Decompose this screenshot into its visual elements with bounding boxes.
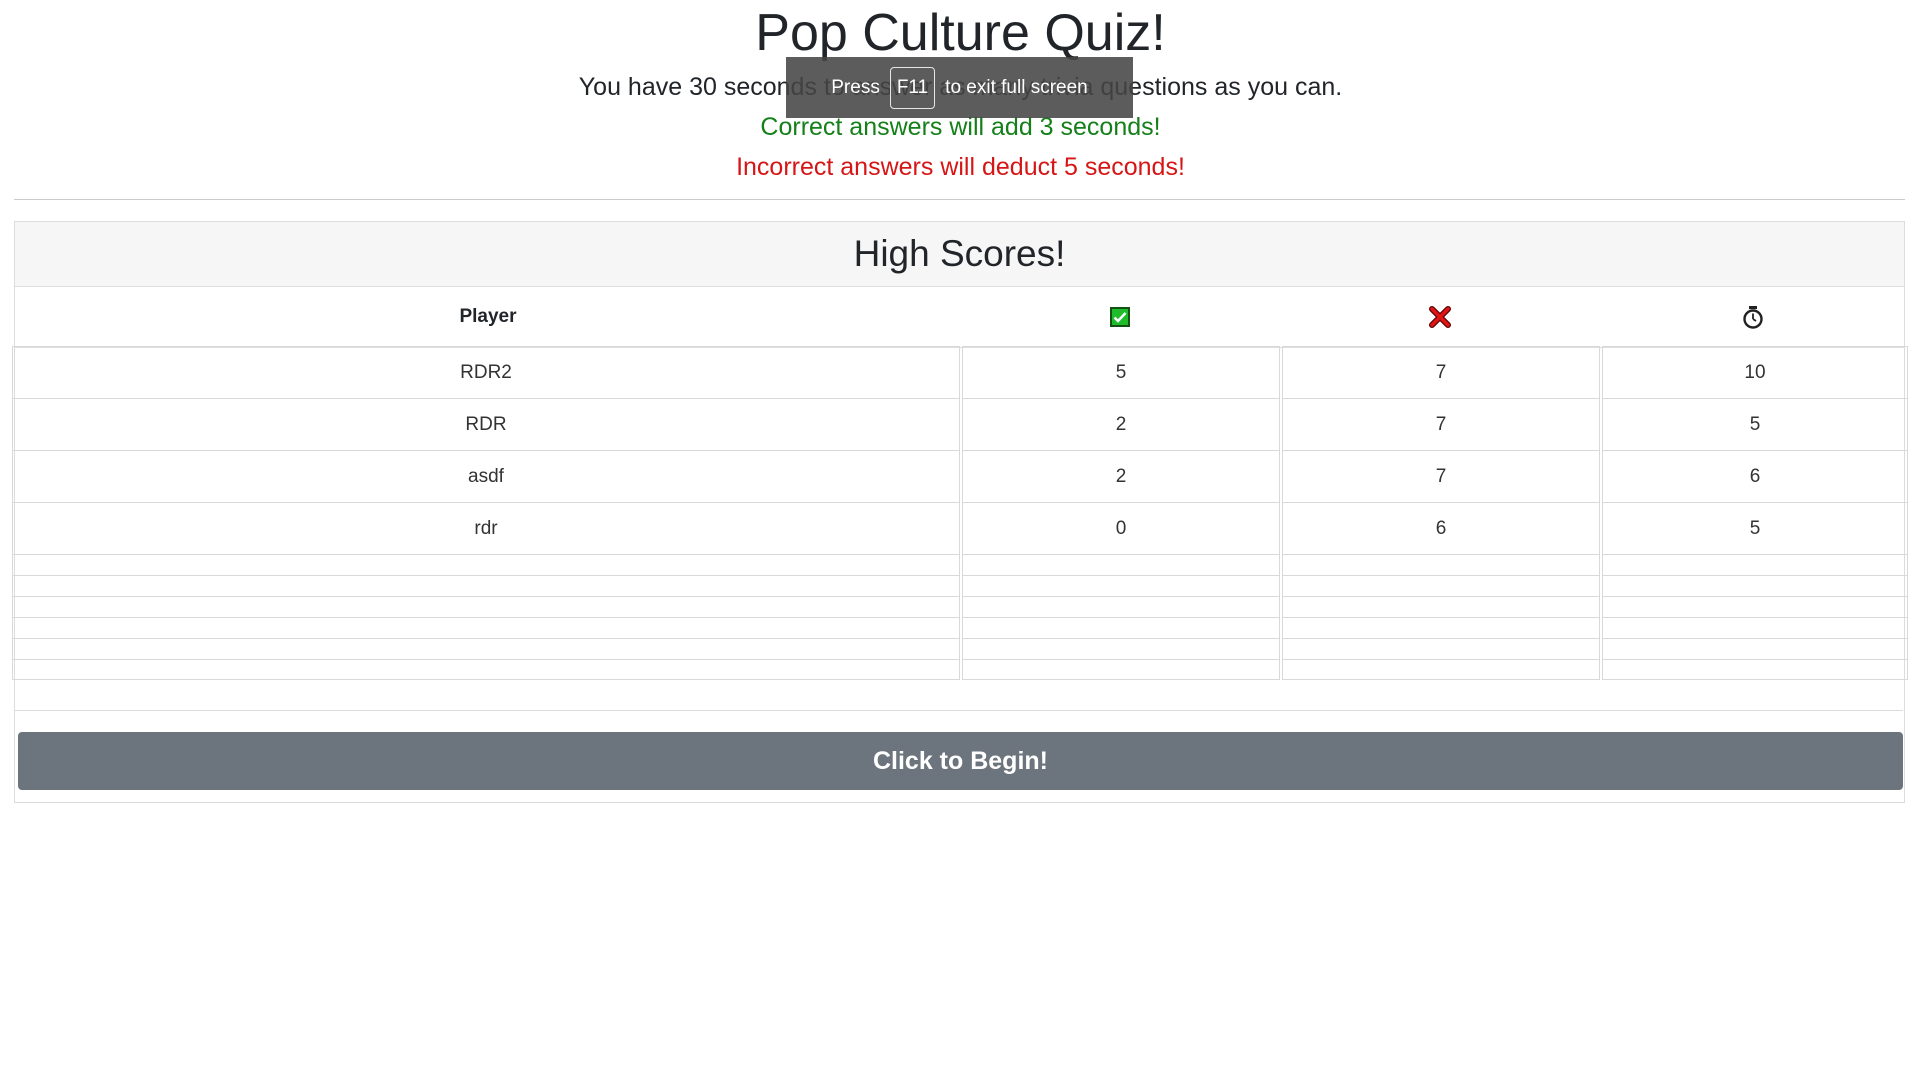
correct-column-header <box>961 287 1279 347</box>
empty-cell <box>1282 554 1600 575</box>
fullscreen-exit-toast: Press F11 to exit full screen <box>786 57 1133 118</box>
empty-cell <box>1602 575 1908 596</box>
empty-cell <box>1602 596 1908 617</box>
check-mark-icon <box>1110 307 1130 327</box>
toast-suffix-text: to exit full screen <box>945 76 1088 98</box>
card-footer-divider <box>14 710 1903 711</box>
correct-cell: 2 <box>962 450 1280 502</box>
time-column-header <box>1601 287 1904 347</box>
correct-cell: 0 <box>962 502 1280 554</box>
empty-cell <box>12 596 960 617</box>
empty-table-row <box>12 638 1908 659</box>
player-cell: rdr <box>12 502 960 554</box>
empty-cell <box>12 575 960 596</box>
time-cell: 5 <box>1602 502 1908 554</box>
page-title: Pop Culture Quiz! <box>755 4 1166 62</box>
player-column-header: Player <box>459 306 517 327</box>
empty-cell <box>12 638 960 659</box>
incorrect-cell: 6 <box>1282 502 1600 554</box>
empty-cell <box>962 617 1280 638</box>
player-cell: asdf <box>12 450 960 502</box>
toast-press-text: Press <box>831 76 880 98</box>
incorrect-rule-text: Incorrect answers will deduct 5 seconds! <box>736 153 1185 181</box>
quiz-page: Pop Culture Quiz! You have 30 seconds to… <box>0 0 1921 1080</box>
empty-cell <box>1282 638 1600 659</box>
player-cell: RDR2 <box>12 346 960 398</box>
empty-table-row <box>12 554 1908 575</box>
table-row: rdr 0 6 5 <box>12 502 1908 554</box>
header-divider <box>14 199 1905 200</box>
table-row: asdf 2 7 6 <box>12 450 1908 502</box>
time-cell: 5 <box>1602 398 1908 450</box>
empty-cell <box>962 638 1280 659</box>
empty-cell <box>12 617 960 638</box>
time-cell: 6 <box>1602 450 1908 502</box>
empty-table-row <box>12 659 1908 680</box>
begin-quiz-button[interactable]: Click to Begin! <box>18 732 1903 790</box>
empty-cell <box>962 659 1280 680</box>
empty-cell <box>1602 638 1908 659</box>
correct-cell: 2 <box>962 398 1280 450</box>
correct-cell: 5 <box>962 346 1280 398</box>
empty-cell <box>1602 617 1908 638</box>
high-scores-table: RDR2 5 7 10 RDR 2 7 5 asdf 2 7 6 rdr 0 6… <box>12 346 1908 680</box>
incorrect-column-header <box>1281 287 1599 347</box>
incorrect-cell: 7 <box>1282 450 1600 502</box>
empty-cell <box>1282 596 1600 617</box>
empty-cell <box>962 554 1280 575</box>
toast-key-label: F11 <box>889 66 936 109</box>
empty-cell <box>1602 659 1908 680</box>
high-scores-title: High Scores! <box>15 222 1904 287</box>
empty-cell <box>962 575 1280 596</box>
empty-cell <box>1282 659 1600 680</box>
empty-table-row <box>12 575 1908 596</box>
time-cell: 10 <box>1602 346 1908 398</box>
empty-cell <box>12 554 960 575</box>
empty-cell <box>12 659 960 680</box>
empty-cell <box>1602 554 1908 575</box>
player-cell: RDR <box>12 398 960 450</box>
empty-table-row <box>12 596 1908 617</box>
empty-cell <box>1282 575 1600 596</box>
cross-mark-icon <box>1429 306 1451 328</box>
stopwatch-icon <box>1742 305 1764 329</box>
incorrect-cell: 7 <box>1282 346 1600 398</box>
empty-cell <box>1282 617 1600 638</box>
empty-cell <box>962 596 1280 617</box>
table-row: RDR 2 7 5 <box>12 398 1908 450</box>
incorrect-cell: 7 <box>1282 398 1600 450</box>
empty-table-row <box>12 617 1908 638</box>
high-scores-column-headers: Player <box>15 287 1904 348</box>
table-row: RDR2 5 7 10 <box>12 346 1908 398</box>
